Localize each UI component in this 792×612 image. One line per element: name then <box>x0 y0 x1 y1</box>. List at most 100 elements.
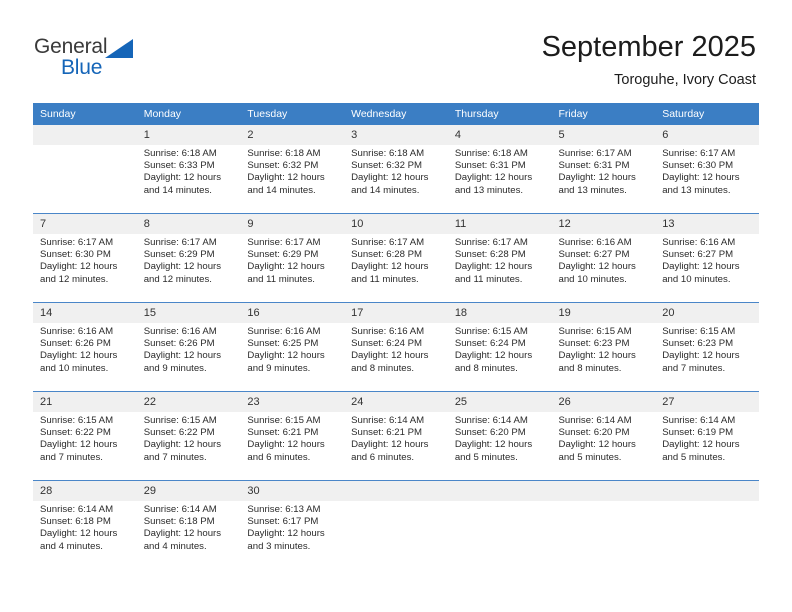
calendar-day-cell[interactable]: 23 Sunrise: 6:15 AM Sunset: 6:21 PM Dayligh… <box>240 391 345 481</box>
daylight-text-line1: Daylight: 12 hours <box>40 528 118 540</box>
sunset-text: Sunset: 6:28 PM <box>351 249 423 261</box>
sunset-text: Sunset: 6:31 PM <box>454 160 526 172</box>
day-number: 25 <box>447 392 552 412</box>
sunrise-text: Sunrise: 6:17 AM <box>454 237 528 248</box>
daylight-text-line2: and 11 minutes. <box>351 273 419 285</box>
day-number: 11 <box>447 214 552 234</box>
daylight-text-line1: Daylight: 12 hours <box>247 528 325 540</box>
daylight-text-line2: and 5 minutes. <box>454 451 518 463</box>
logo-text-blue: Blue <box>61 56 103 79</box>
calendar-day-cell[interactable]: 10 Sunrise: 6:17 AM Sunset: 6:28 PM Dayligh… <box>344 213 448 303</box>
day-sun-info <box>552 501 656 504</box>
calendar-day-cell[interactable]: 28 Sunrise: 6:14 AM Sunset: 6:18 PM Dayligh… <box>33 480 137 569</box>
day-sun-info: Sunrise: 6:13 AM Sunset: 6:17 PM Daylight:… <box>240 501 344 553</box>
calendar-day-cell[interactable]: 26 Sunrise: 6:14 AM Sunset: 6:20 PM Dayligh… <box>551 391 656 481</box>
calendar-day-cell[interactable]: 12 Sunrise: 6:16 AM Sunset: 6:27 PM Dayligh… <box>551 213 656 303</box>
calendar-day-cell[interactable]: 19 Sunrise: 6:15 AM Sunset: 6:23 PM Dayligh… <box>551 302 656 392</box>
daylight-text-line2: and 6 minutes. <box>351 451 415 463</box>
daylight-text-line2: and 5 minutes. <box>558 451 622 463</box>
daylight-text-line2: and 10 minutes. <box>40 362 109 374</box>
calendar-day-cell[interactable]: 21 Sunrise: 6:15 AM Sunset: 6:22 PM Dayligh… <box>33 391 137 481</box>
day-sun-info: Sunrise: 6:16 AM Sunset: 6:27 PM Daylight:… <box>552 234 656 286</box>
daylight-text-line1: Daylight: 12 hours <box>662 261 740 273</box>
daylight-text-line1: Daylight: 12 hours <box>40 261 118 273</box>
calendar-body: 1 Sunrise: 6:18 AM Sunset: 6:33 PM Daylight… <box>33 125 759 569</box>
daylight-text-line1: Daylight: 12 hours <box>351 350 429 362</box>
calendar-day-cell[interactable]: 17 Sunrise: 6:16 AM Sunset: 6:24 PM Dayligh… <box>344 302 448 392</box>
calendar-week-row: 21 Sunrise: 6:15 AM Sunset: 6:22 PM Dayligh… <box>33 391 759 481</box>
calendar-day-cell[interactable]: 1 Sunrise: 6:18 AM Sunset: 6:33 PM Daylight… <box>136 125 241 214</box>
day-number <box>33 125 137 145</box>
calendar-day-cell[interactable]: 3 Sunrise: 6:18 AM Sunset: 6:32 PM Daylight… <box>344 125 448 214</box>
day-sun-info: Sunrise: 6:14 AM Sunset: 6:19 PM Daylight:… <box>655 412 759 464</box>
calendar-day-cell[interactable]: 27 Sunrise: 6:14 AM Sunset: 6:19 PM Dayligh… <box>655 391 759 481</box>
calendar-day-cell[interactable]: 30 Sunrise: 6:13 AM Sunset: 6:17 PM Dayligh… <box>240 480 345 569</box>
calendar-page: General Blue September 2025 Toroguhe, Iv… <box>0 0 792 612</box>
daylight-text-line2: and 10 minutes. <box>662 273 731 285</box>
day-sun-info: Sunrise: 6:15 AM Sunset: 6:24 PM Daylight:… <box>448 323 552 375</box>
daylight-text-line2: and 7 minutes. <box>662 362 726 374</box>
calendar-day-cell[interactable]: 29 Sunrise: 6:14 AM Sunset: 6:18 PM Dayligh… <box>136 480 241 569</box>
daylight-text-line2: and 7 minutes. <box>143 451 207 463</box>
day-sun-info: Sunrise: 6:17 AM Sunset: 6:28 PM Daylight:… <box>448 234 552 286</box>
day-cell-content: 3 Sunrise: 6:18 AM Sunset: 6:32 PM Daylight… <box>344 125 448 213</box>
day-cell-content: 20 Sunrise: 6:15 AM Sunset: 6:23 PM Dayligh… <box>655 303 759 391</box>
calendar-day-cell[interactable]: 8 Sunrise: 6:17 AM Sunset: 6:29 PM Daylight… <box>136 213 241 303</box>
daylight-text-line2: and 7 minutes. <box>40 451 103 463</box>
daylight-text-line2: and 5 minutes. <box>662 451 726 463</box>
calendar-day-cell[interactable]: 6 Sunrise: 6:17 AM Sunset: 6:30 PM Daylight… <box>655 125 759 214</box>
day-sun-info: Sunrise: 6:16 AM Sunset: 6:25 PM Daylight:… <box>240 323 344 375</box>
day-sun-info: Sunrise: 6:14 AM Sunset: 6:18 PM Daylight:… <box>33 501 137 553</box>
calendar-day-cell[interactable]: 9 Sunrise: 6:17 AM Sunset: 6:29 PM Daylight… <box>240 213 345 303</box>
sunset-text: Sunset: 6:29 PM <box>143 249 215 261</box>
calendar-week-row: 1 Sunrise: 6:18 AM Sunset: 6:33 PM Daylight… <box>33 125 759 214</box>
day-sun-info: Sunrise: 6:15 AM Sunset: 6:21 PM Daylight:… <box>240 412 344 464</box>
day-number: 7 <box>33 214 137 234</box>
daylight-text-line1: Daylight: 12 hours <box>558 261 636 273</box>
calendar-day-cell[interactable]: 11 Sunrise: 6:17 AM Sunset: 6:28 PM Dayligh… <box>447 213 552 303</box>
calendar-day-cell[interactable]: 5 Sunrise: 6:17 AM Sunset: 6:31 PM Daylight… <box>551 125 656 214</box>
daylight-text-line1: Daylight: 12 hours <box>558 439 636 451</box>
calendar-day-cell[interactable]: 13 Sunrise: 6:16 AM Sunset: 6:27 PM Dayligh… <box>655 213 759 303</box>
day-number: 15 <box>136 303 241 323</box>
daylight-text-line1: Daylight: 12 hours <box>454 350 533 362</box>
daylight-text-line1: Daylight: 12 hours <box>247 261 325 273</box>
sunrise-text: Sunrise: 6:15 AM <box>40 415 114 426</box>
daylight-text-line1: Daylight: 12 hours <box>662 439 740 451</box>
sunrise-text: Sunrise: 6:15 AM <box>143 415 217 426</box>
calendar-day-cell[interactable]: 25 Sunrise: 6:14 AM Sunset: 6:20 PM Dayligh… <box>447 391 552 481</box>
sunset-text: Sunset: 6:29 PM <box>247 249 319 261</box>
daylight-text-line1: Daylight: 12 hours <box>143 172 222 184</box>
weekday-header-friday: Friday <box>551 103 656 125</box>
day-number: 2 <box>240 125 345 145</box>
calendar-day-cell[interactable]: 14 Sunrise: 6:16 AM Sunset: 6:26 PM Dayligh… <box>33 302 137 392</box>
calendar-day-cell[interactable]: 16 Sunrise: 6:16 AM Sunset: 6:25 PM Dayligh… <box>240 302 345 392</box>
sunset-text: Sunset: 6:28 PM <box>454 249 526 261</box>
day-cell-content <box>551 481 656 569</box>
day-cell-content: 13 Sunrise: 6:16 AM Sunset: 6:27 PM Dayligh… <box>655 214 759 302</box>
day-cell-content: 22 Sunrise: 6:15 AM Sunset: 6:22 PM Dayligh… <box>136 392 241 480</box>
daylight-text-line1: Daylight: 12 hours <box>351 261 429 273</box>
day-sun-info: Sunrise: 6:18 AM Sunset: 6:32 PM Daylight:… <box>344 145 448 197</box>
sunrise-text: Sunrise: 6:15 AM <box>247 415 321 426</box>
calendar-day-cell[interactable]: 18 Sunrise: 6:15 AM Sunset: 6:24 PM Dayligh… <box>447 302 552 392</box>
weekday-header-thursday: Thursday <box>447 103 552 125</box>
day-cell-content <box>655 481 759 569</box>
weekday-header-sunday: Sunday <box>33 103 137 125</box>
sunset-text: Sunset: 6:18 PM <box>40 516 111 528</box>
sunrise-text: Sunrise: 6:17 AM <box>351 237 425 248</box>
day-number: 22 <box>136 392 241 412</box>
calendar-day-cell[interactable]: 7 Sunrise: 6:17 AM Sunset: 6:30 PM Daylight… <box>33 213 137 303</box>
calendar-day-cell[interactable]: 15 Sunrise: 6:16 AM Sunset: 6:26 PM Dayligh… <box>136 302 241 392</box>
calendar-day-cell[interactable]: 24 Sunrise: 6:14 AM Sunset: 6:21 PM Dayligh… <box>344 391 448 481</box>
weekday-header-tuesday: Tuesday <box>240 103 345 125</box>
calendar-day-cell[interactable]: 20 Sunrise: 6:15 AM Sunset: 6:23 PM Dayligh… <box>655 302 759 392</box>
sunset-text: Sunset: 6:26 PM <box>40 338 111 350</box>
day-number: 10 <box>344 214 448 234</box>
day-cell-content: 2 Sunrise: 6:18 AM Sunset: 6:32 PM Daylight… <box>240 125 345 213</box>
calendar-day-cell[interactable]: 4 Sunrise: 6:18 AM Sunset: 6:31 PM Daylight… <box>447 125 552 214</box>
calendar-day-cell[interactable]: 2 Sunrise: 6:18 AM Sunset: 6:32 PM Daylight… <box>240 125 345 214</box>
calendar-day-cell[interactable]: 22 Sunrise: 6:15 AM Sunset: 6:22 PM Dayligh… <box>136 391 241 481</box>
sunset-text: Sunset: 6:22 PM <box>143 427 215 439</box>
general-blue-logo[interactable]: General Blue <box>34 36 164 82</box>
